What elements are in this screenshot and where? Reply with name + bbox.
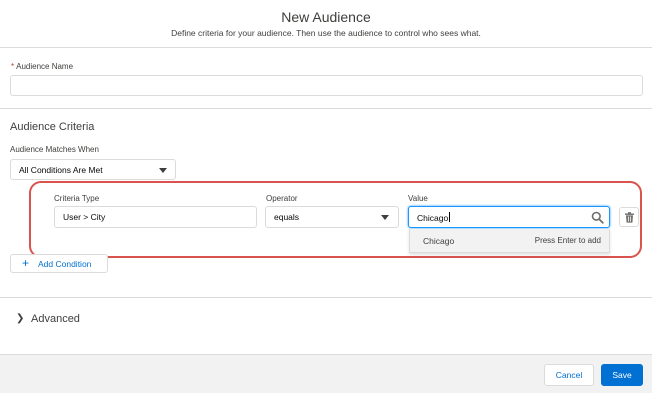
criteria-type-field[interactable]: User > City [54,206,257,228]
modal-header: New Audience Define criteria for your au… [0,0,652,48]
suggestion-hint: Press Enter to add [534,236,601,245]
audience-name-label: * Audience Name [11,62,73,71]
search-icon[interactable] [591,211,604,224]
add-condition-label: Add Condition [38,259,92,269]
audience-criteria-heading: Audience Criteria [10,121,95,133]
audience-matches-value: All Conditions Are Met [19,165,103,175]
page-subtitle: Define criteria for your audience. Then … [171,28,481,38]
value-input-text: Chicago [417,212,451,223]
audience-matches-select[interactable]: All Conditions Are Met [10,159,176,180]
save-button[interactable]: Save [601,364,643,386]
chevron-right-icon[interactable]: ❯ [16,313,24,324]
divider [0,108,652,109]
text-cursor [449,212,451,222]
value-input[interactable]: Chicago [408,206,610,228]
audience-name-input[interactable] [10,75,643,96]
divider [0,297,652,298]
value-label: Value [408,194,428,203]
required-marker: * [11,62,15,71]
audience-name-label-text: Audience Name [16,62,74,71]
chevron-down-icon [381,215,389,220]
criteria-type-label: Criteria Type [54,194,100,203]
modal-footer: Cancel Save [0,354,652,393]
trash-icon [625,212,634,223]
value-suggestion-dropdown[interactable]: Chicago Press Enter to add [409,229,610,253]
operator-label: Operator [266,194,298,203]
plus-icon: + [22,256,30,270]
suggestion-option[interactable]: Chicago [423,236,454,246]
audience-matches-label: Audience Matches When [10,145,99,154]
criteria-type-value: User > City [63,212,106,222]
page-title: New Audience [281,9,371,25]
advanced-section-toggle[interactable]: Advanced [31,313,80,325]
delete-condition-button[interactable] [619,207,639,227]
cancel-button[interactable]: Cancel [544,364,594,386]
operator-select[interactable]: equals [265,206,399,228]
add-condition-button[interactable]: + Add Condition [10,254,108,273]
operator-value: equals [274,212,300,222]
chevron-down-icon [159,168,167,173]
